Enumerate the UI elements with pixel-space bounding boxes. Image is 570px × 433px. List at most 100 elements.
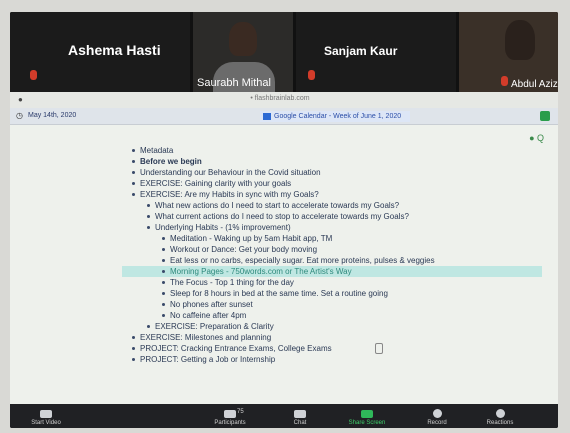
outline-item-text: Understanding our Behaviour in the Covid…: [140, 168, 321, 177]
bullet-icon: [132, 336, 135, 340]
outline-item-text: EXERCISE: Are my Habits in sync with my …: [140, 190, 319, 199]
reactions-button[interactable]: Reactions: [480, 409, 520, 426]
document-area: ● Q Metadata Before we begin Understanding…: [10, 125, 558, 404]
outline-item[interactable]: Workout or Dance: Get your body moving: [122, 244, 542, 255]
participant-tile[interactable]: Abdul Aziz: [459, 12, 558, 92]
outline-item-text: PROJECT: Getting a Job or Internship: [140, 355, 276, 364]
outline-item-text: The Focus - Top 1 thing for the day: [170, 278, 294, 287]
outline-item-text: EXERCISE: Milestones and planning: [140, 333, 272, 342]
outline-item[interactable]: Before we begin: [122, 156, 542, 167]
outline-item-text: PROJECT: Cracking Entrance Exams, Colleg…: [140, 344, 332, 353]
outline-item[interactable]: EXERCISE: Preparation & Clarity: [122, 321, 542, 332]
participants-button[interactable]: 75 Participants: [205, 409, 255, 426]
share-screen-button[interactable]: Share Screen: [340, 410, 394, 426]
chat-label: Chat: [293, 420, 307, 426]
outline-item-text: Workout or Dance: Get your body moving: [170, 245, 318, 254]
participants-count: 75: [237, 409, 244, 415]
participant-name: Ashema Hasti: [68, 42, 161, 58]
outline-item[interactable]: What current actions do I need to stop t…: [122, 211, 542, 222]
bullet-icon: [162, 248, 165, 252]
outline-item-text: Sleep for 8 hours in bed at the same tim…: [170, 289, 388, 298]
record-label: Record: [427, 420, 447, 426]
mouse-cursor-icon: [375, 343, 383, 354]
bullet-icon: [147, 226, 150, 230]
bullet-icon: [162, 292, 165, 296]
participant-tile[interactable]: Ashema Hasti: [10, 12, 190, 92]
participants-label: Participants: [214, 420, 246, 426]
outline-item-text: What new actions do I need to start to a…: [155, 201, 400, 210]
video-feed: [505, 20, 535, 60]
outline-item-text: EXERCISE: Preparation & Clarity: [155, 322, 274, 331]
start-video-button[interactable]: Start Video: [26, 410, 66, 426]
bullet-icon: [147, 204, 150, 208]
google-calendar-tab[interactable]: Google Calendar - Week of June 1, 2020: [260, 111, 410, 122]
bullet-icon: [147, 215, 150, 219]
tab-bar: ◷ May 14th, 2020 Google Calendar - Week …: [10, 108, 558, 125]
bullet-icon: [132, 160, 135, 164]
mic-muted-icon: [30, 70, 37, 80]
outline-item[interactable]: Meditation - Waking up by 5am Habit app,…: [122, 233, 542, 244]
url-text: • flashbrainlab.com: [250, 95, 310, 102]
outline-item[interactable]: EXERCISE: Are my Habits in sync with my …: [122, 189, 542, 200]
outline-item[interactable]: Sleep for 8 hours in bed at the same tim…: [122, 288, 542, 299]
outline-item[interactable]: EXERCISE: Milestones and planning: [122, 332, 542, 343]
outline-item[interactable]: Understanding our Behaviour in the Covid…: [122, 167, 542, 178]
participant-name: Abdul Aziz: [511, 79, 558, 90]
outline-item-text: Metadata: [140, 146, 174, 155]
outline-item[interactable]: The Focus - Top 1 thing for the day: [122, 277, 542, 288]
outline-item[interactable]: Metadata: [122, 145, 542, 156]
bullet-icon: [132, 358, 135, 362]
outline-item[interactable]: EXERCISE: Gaining clarity with your goal…: [122, 178, 542, 189]
reactions-label: Reactions: [486, 420, 514, 426]
outline-item-text: Meditation - Waking up by 5am Habit app,…: [170, 234, 333, 243]
outline-item-text: No phones after sunset: [170, 300, 253, 309]
record-button[interactable]: Record: [420, 409, 454, 426]
outline-item[interactable]: Eat less or no carbs, especially sugar. …: [122, 255, 542, 266]
shared-screen: ● • flashbrainlab.com ◷ May 14th, 2020 G…: [10, 92, 558, 404]
outline-item-text: Underlying Habits - (1% improvement): [155, 223, 291, 232]
meeting-window: Ashema Hasti Saurabh Mithal Sanjam Kaur …: [10, 12, 558, 428]
bullet-icon: [147, 325, 150, 329]
video-camera-icon: [40, 410, 52, 418]
lock-icon: ●: [18, 95, 23, 104]
meeting-toolbar: Start Video 75 Participants Chat Share S…: [10, 404, 558, 428]
outline-list: Metadata Before we begin Understanding our…: [122, 135, 542, 365]
outline-item[interactable]: PROJECT: Getting a Job or Internship: [122, 354, 542, 365]
outline-item-text: Before we begin: [140, 157, 202, 166]
video-strip: Ashema Hasti Saurabh Mithal Sanjam Kaur …: [10, 12, 558, 92]
page-title: [122, 135, 542, 145]
outline-item[interactable]: No caffeine after 4pm: [122, 310, 542, 321]
outline-item[interactable]: Morning Pages - 750words.com or The Arti…: [122, 266, 542, 277]
participant-tile[interactable]: Sanjam Kaur: [296, 12, 456, 92]
bullet-icon: [132, 193, 135, 197]
outline-item[interactable]: Underlying Habits - (1% improvement): [122, 222, 542, 233]
outline-item[interactable]: No phones after sunset: [122, 299, 542, 310]
outline-item[interactable]: What new actions do I need to start to a…: [122, 200, 542, 211]
people-icon: [224, 410, 236, 418]
outline-item-text: Eat less or no carbs, especially sugar. …: [170, 256, 435, 265]
video-feed: [229, 22, 257, 56]
mic-muted-icon: [308, 70, 315, 80]
outline-item-text: Morning Pages - 750words.com or The Arti…: [170, 267, 352, 276]
participant-name: Sanjam Kaur: [324, 44, 398, 58]
bullet-icon: [162, 281, 165, 285]
chat-button[interactable]: Chat: [285, 410, 315, 426]
outline-item-text: EXERCISE: Gaining clarity with your goal…: [140, 179, 292, 188]
record-icon: [432, 409, 442, 418]
bullet-icon: [162, 270, 165, 274]
mic-muted-icon: [501, 76, 508, 86]
share-arrow-icon: [361, 410, 373, 418]
calendar-icon: ◷: [16, 111, 23, 120]
bullet-icon: [132, 182, 135, 186]
address-bar[interactable]: ● • flashbrainlab.com: [10, 92, 558, 109]
outline-item-text: What current actions do I need to stop t…: [155, 212, 409, 221]
share-screen-label: Share Screen: [348, 420, 386, 426]
extension-icon[interactable]: [540, 111, 550, 121]
bullet-icon: [132, 171, 135, 175]
start-video-label: Start Video: [31, 420, 61, 426]
outline-item[interactable]: PROJECT: Cracking Entrance Exams, Colleg…: [122, 343, 542, 354]
bullet-icon: [162, 303, 165, 307]
date-label: May 14th, 2020: [28, 112, 77, 119]
bullet-icon: [162, 259, 165, 263]
participant-tile[interactable]: Saurabh Mithal: [193, 12, 293, 92]
